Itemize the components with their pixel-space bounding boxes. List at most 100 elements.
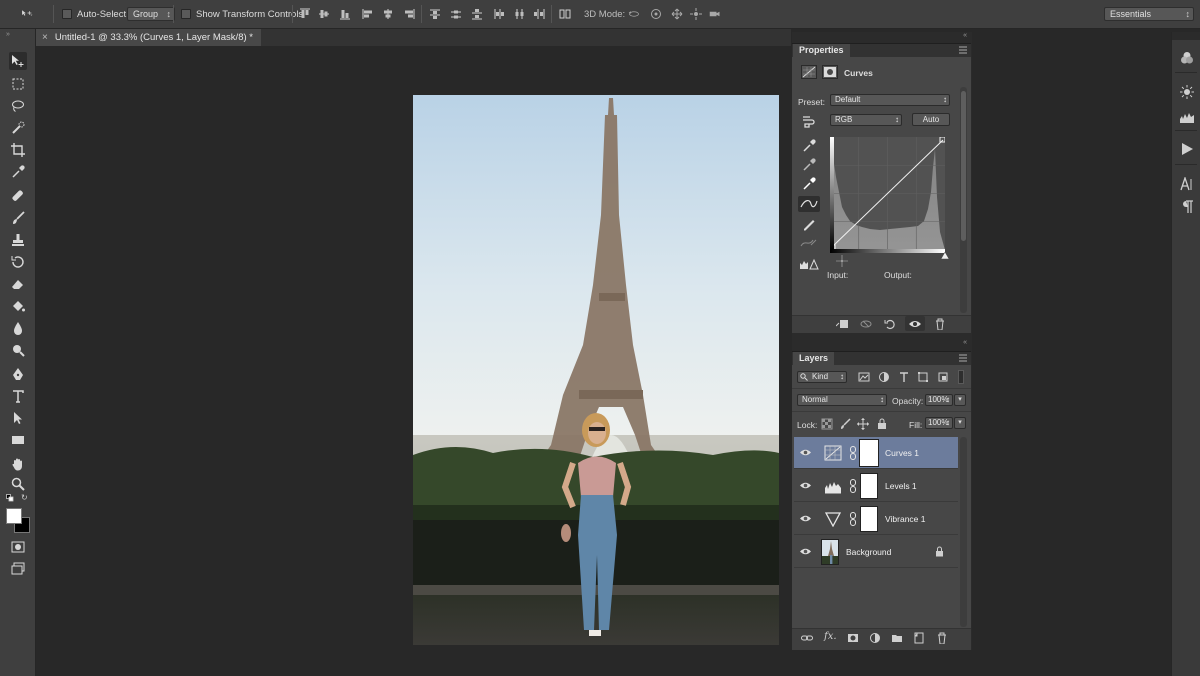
dodge-tool-icon[interactable] — [9, 341, 27, 359]
default-colors-icon[interactable] — [6, 494, 16, 502]
mask-link-icon[interactable] — [849, 512, 857, 526]
3d-pan-icon[interactable] — [671, 8, 683, 20]
new-adjustment-layer-icon[interactable] — [869, 632, 881, 644]
zoom-tool-icon[interactable] — [9, 475, 27, 493]
3d-slide-icon[interactable] — [690, 8, 702, 20]
auto-select-checkbox[interactable] — [62, 9, 72, 19]
hand-tool-icon[interactable] — [9, 455, 27, 473]
preset-dropdown[interactable]: Default — [830, 94, 950, 106]
collapse-icon[interactable]: » — [6, 31, 10, 38]
move-tool-preset-icon[interactable] — [21, 7, 43, 19]
align-bottom-icon[interactable] — [339, 8, 351, 20]
reset-icon[interactable] — [884, 318, 896, 330]
visibility-eye-icon[interactable] — [800, 514, 811, 523]
3d-roll-icon[interactable] — [650, 8, 664, 20]
eye-icon[interactable] — [909, 318, 921, 330]
white-point-eyedropper-icon[interactable] — [802, 177, 816, 191]
fill-slider-toggle[interactable]: ▾ — [954, 417, 966, 429]
adjustments-sun-icon[interactable] — [1180, 85, 1194, 99]
link-layers-icon[interactable] — [801, 632, 813, 644]
crop-tool-icon[interactable] — [9, 141, 27, 159]
path-selection-tool-icon[interactable] — [9, 409, 27, 427]
eyedropper-tool-icon[interactable] — [9, 163, 27, 181]
workspace-dropdown[interactable]: Essentials — [1104, 7, 1194, 21]
rectangle-tool-icon[interactable] — [9, 431, 27, 449]
layer-name[interactable]: Background — [846, 547, 891, 557]
properties-scrollbar-thumb[interactable] — [961, 91, 966, 241]
distribute-top-icon[interactable] — [429, 8, 441, 20]
clone-stamp-tool-icon[interactable] — [9, 231, 27, 249]
layer-row-curves[interactable]: Curves 1 — [794, 437, 958, 469]
layer-name[interactable]: Curves 1 — [885, 448, 919, 458]
filter-toggle[interactable] — [958, 370, 964, 384]
pencil-curve-icon[interactable] — [802, 217, 816, 231]
delete-layer-icon[interactable] — [936, 632, 948, 644]
layer-name[interactable]: Vibrance 1 — [885, 514, 925, 524]
layer-lock-icon[interactable] — [935, 546, 944, 557]
document-image[interactable] — [413, 95, 779, 645]
3d-camera-icon[interactable] — [709, 8, 725, 20]
foreground-color-swatch[interactable] — [6, 508, 22, 524]
filter-pixel-icon[interactable] — [858, 371, 870, 383]
black-point-eyedropper-icon[interactable] — [802, 139, 816, 153]
channel-dropdown[interactable]: RGB — [830, 114, 902, 126]
layer-mask-thumbnail[interactable] — [859, 439, 879, 467]
swap-colors-icon[interactable]: ↻ — [21, 494, 31, 502]
layer-row-vibrance[interactable]: Vibrance 1 — [794, 503, 958, 535]
gray-point-eyedropper-icon[interactable] — [802, 158, 816, 172]
marquee-tool-icon[interactable] — [9, 75, 27, 93]
collapse-panels-icon[interactable]: « — [963, 32, 967, 39]
lock-image-icon[interactable] — [839, 418, 851, 430]
actions-play-icon[interactable] — [1180, 142, 1194, 156]
opacity-input[interactable]: 100% — [925, 394, 953, 406]
align-horizontal-center-icon[interactable] — [382, 8, 394, 20]
lock-position-icon[interactable] — [857, 418, 869, 430]
layers-menu-icon[interactable] — [959, 354, 967, 362]
auto-select-dropdown[interactable]: Group — [127, 7, 176, 21]
background-layer-thumbnail[interactable] — [821, 539, 839, 565]
curves-graph[interactable] — [829, 136, 946, 251]
layer-mask-thumbnail[interactable] — [860, 473, 878, 499]
mask-icon[interactable] — [822, 65, 838, 79]
visibility-eye-icon[interactable] — [800, 481, 811, 490]
auto-button[interactable]: Auto — [912, 113, 950, 126]
align-left-icon[interactable] — [362, 8, 374, 20]
history-brush-tool-icon[interactable] — [9, 253, 27, 271]
layer-mask-thumbnail[interactable] — [860, 506, 878, 532]
panel-menu-icon[interactable] — [959, 46, 967, 54]
clipping-warning-icon[interactable] — [799, 257, 819, 271]
3d-orbit-icon[interactable] — [628, 8, 644, 20]
filter-shape-icon[interactable] — [917, 371, 929, 383]
targeted-adjustment-icon[interactable] — [801, 114, 817, 128]
layers-tab[interactable]: Layers — [793, 352, 835, 365]
new-group-icon[interactable] — [891, 632, 903, 644]
curve-points-tool-icon[interactable] — [798, 196, 820, 212]
align-vertical-center-icon[interactable] — [318, 8, 330, 20]
quick-selection-tool-icon[interactable] — [9, 119, 27, 137]
move-tool-icon[interactable] — [9, 52, 27, 70]
mask-link-icon[interactable] — [849, 446, 857, 460]
lasso-tool-icon[interactable] — [9, 97, 27, 115]
align-right-icon[interactable] — [403, 8, 415, 20]
lock-transparent-icon[interactable] — [821, 418, 833, 430]
new-layer-icon[interactable] — [913, 632, 925, 644]
white-point-slider[interactable] — [940, 251, 950, 260]
fill-input[interactable]: 100% — [925, 417, 953, 429]
pen-tool-icon[interactable] — [9, 365, 27, 383]
visibility-eye-icon[interactable] — [800, 448, 811, 457]
distribute-hcenter-icon[interactable] — [513, 8, 525, 20]
smooth-curve-icon[interactable] — [800, 237, 818, 249]
color-panel-icon[interactable] — [1180, 51, 1194, 65]
lock-all-icon[interactable] — [876, 418, 888, 430]
layer-row-background[interactable]: Background — [794, 536, 958, 568]
filter-adjustment-icon[interactable] — [878, 371, 890, 383]
document-tab[interactable]: × Untitled-1 @ 33.3% (Curves 1, Layer Ma… — [36, 29, 261, 46]
type-tool-icon[interactable] — [9, 387, 27, 405]
filter-type-icon[interactable] — [898, 371, 910, 383]
character-panel-icon[interactable] — [1180, 177, 1194, 191]
layers-scrollbar[interactable] — [960, 437, 967, 627]
align-top-icon[interactable] — [299, 8, 311, 20]
properties-tab[interactable]: Properties — [793, 44, 850, 57]
paragraph-panel-icon[interactable] — [1180, 200, 1194, 214]
distribute-right-icon[interactable] — [533, 8, 545, 20]
